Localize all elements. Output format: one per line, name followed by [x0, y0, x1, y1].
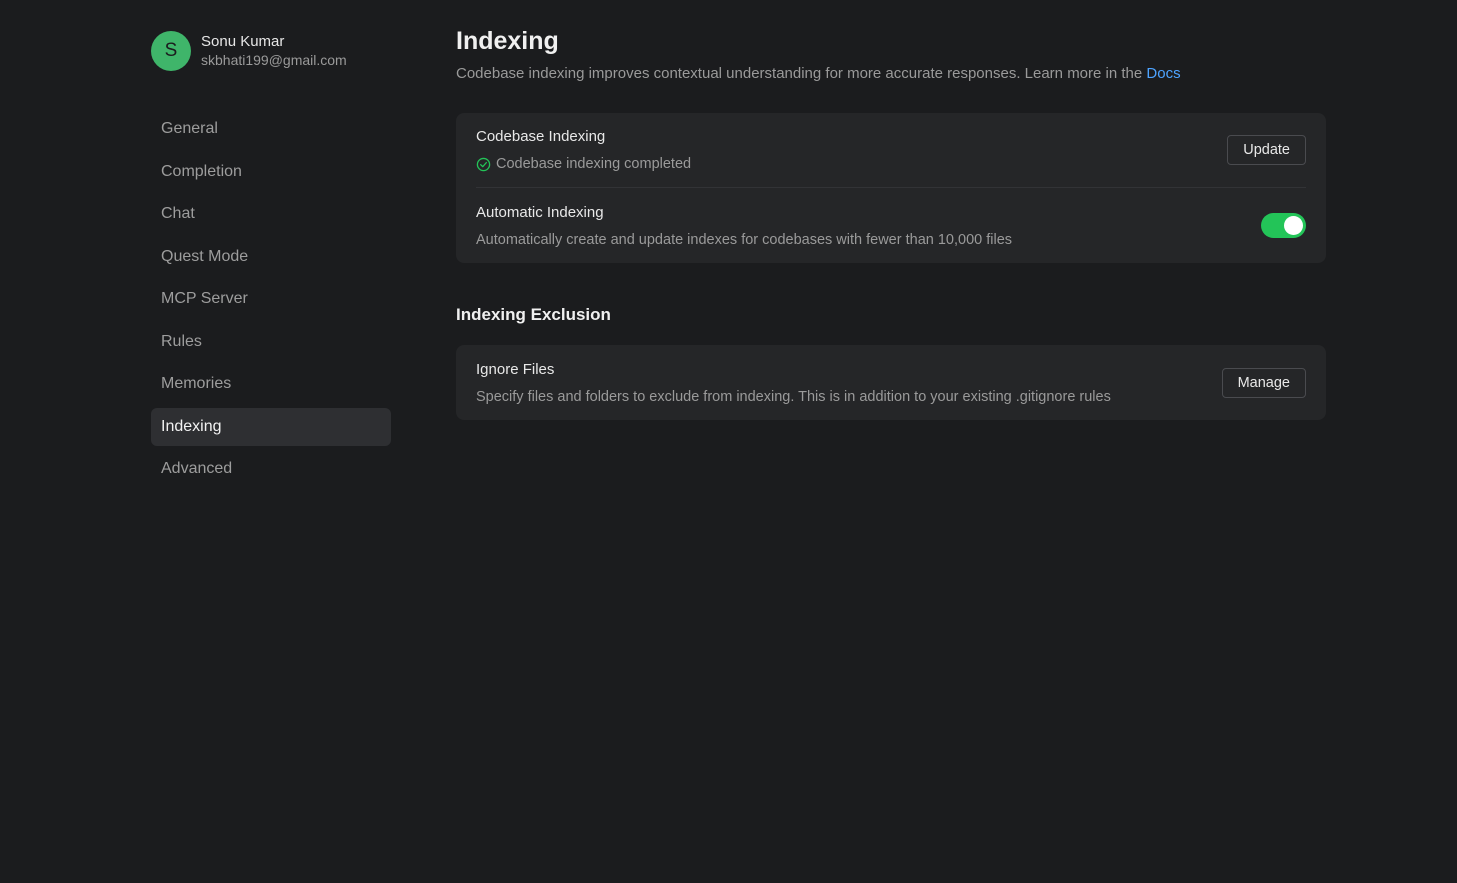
page-title: Indexing	[456, 27, 559, 55]
sidebar-item-general[interactable]: General	[151, 110, 391, 148]
sidebar-item-mcp-server[interactable]: MCP Server	[151, 280, 391, 318]
codebase-indexing-info: Codebase Indexing Codebase indexing comp…	[476, 127, 691, 173]
indexing-card: Codebase Indexing Codebase indexing comp…	[456, 113, 1326, 263]
codebase-indexing-status-text: Codebase indexing completed	[496, 156, 692, 172]
exclusion-card: Ignore Files Specify files and folders t…	[456, 345, 1326, 420]
automatic-indexing-row: Automatic Indexing Automatically create …	[476, 188, 1306, 263]
automatic-indexing-info: Automatic Indexing Automatically create …	[476, 203, 1012, 249]
toggle-knob	[1284, 216, 1303, 235]
sidebar-item-chat[interactable]: Chat	[151, 195, 391, 233]
codebase-indexing-row: Codebase Indexing Codebase indexing comp…	[476, 113, 1306, 188]
ignore-files-info: Ignore Files Specify files and folders t…	[476, 360, 1111, 406]
sidebar-item-advanced[interactable]: Advanced	[151, 450, 391, 488]
sidebar-item-rules[interactable]: Rules	[151, 323, 391, 361]
page-subtitle-text: Codebase indexing improves contextual un…	[456, 65, 1147, 82]
codebase-indexing-status: Codebase indexing completed	[476, 155, 691, 173]
sidebar-item-memories[interactable]: Memories	[151, 365, 391, 403]
indexing-exclusion-heading: Indexing Exclusion	[456, 305, 611, 324]
main-content: Indexing Codebase indexing improves cont…	[456, 26, 1326, 420]
ignore-files-title: Ignore Files	[476, 360, 555, 378]
ignore-files-description: Specify files and folders to exclude fro…	[476, 388, 1111, 405]
automatic-indexing-description: Automatically create and update indexes …	[476, 231, 1013, 248]
manage-button[interactable]: Manage	[1221, 367, 1306, 398]
automatic-indexing-toggle[interactable]	[1261, 213, 1306, 238]
sidebar: S Sonu Kumar skbhati199@gmail.com Genera…	[151, 30, 391, 493]
settings-page: S Sonu Kumar skbhati199@gmail.com Genera…	[0, 0, 1457, 883]
check-circle-icon	[476, 157, 491, 172]
sidebar-item-quest-mode[interactable]: Quest Mode	[151, 238, 391, 276]
sidebar-item-completion[interactable]: Completion	[151, 153, 391, 191]
profile-text: Sonu Kumar skbhati199@gmail.com	[201, 33, 347, 69]
automatic-indexing-title: Automatic Indexing	[476, 203, 604, 221]
sidebar-nav: General Completion Chat Quest Mode MCP S…	[151, 110, 391, 488]
ignore-files-row: Ignore Files Specify files and folders t…	[476, 345, 1306, 420]
page-subtitle: Codebase indexing improves contextual un…	[456, 64, 1326, 84]
codebase-indexing-title: Codebase Indexing	[476, 128, 606, 145]
docs-link[interactable]: Docs	[1146, 65, 1180, 82]
avatar: S	[151, 31, 191, 71]
user-name: Sonu Kumar	[201, 32, 285, 50]
update-button[interactable]: Update	[1227, 135, 1306, 165]
user-profile: S Sonu Kumar skbhati199@gmail.com	[151, 30, 391, 72]
sidebar-item-indexing[interactable]: Indexing	[151, 407, 391, 446]
user-email: skbhati199@gmail.com	[201, 51, 347, 68]
